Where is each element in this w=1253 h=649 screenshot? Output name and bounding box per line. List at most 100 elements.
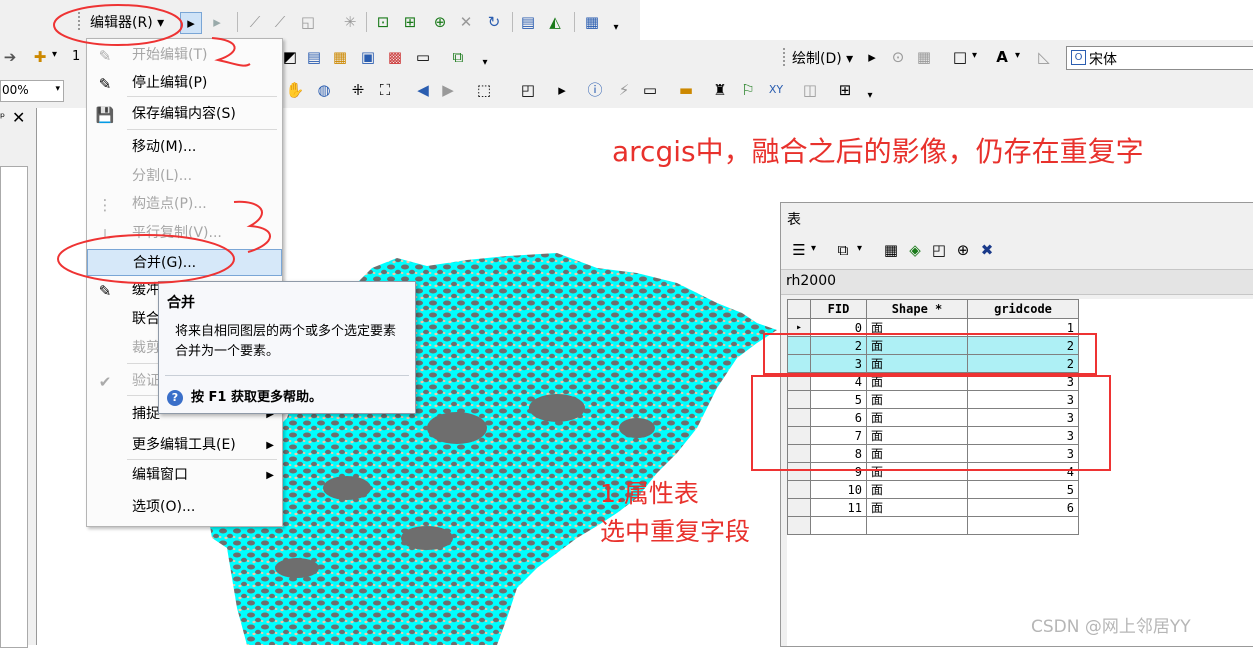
cell-fid[interactable]: 9 xyxy=(810,462,867,481)
table-row[interactable]: ▸ 0 面 1 xyxy=(787,318,1079,337)
pin-icon[interactable]: ᵖ xyxy=(0,110,5,124)
cell-shape[interactable]: 面 xyxy=(866,408,968,427)
reshape-icon[interactable]: ⊞ xyxy=(400,12,420,32)
table-row[interactable]: 3面2 xyxy=(787,354,1079,373)
python-window-icon[interactable]: ▭ xyxy=(413,47,433,67)
toolbar-grip[interactable] xyxy=(78,12,83,30)
create-viewer-window-icon[interactable]: ⊞ xyxy=(835,80,855,100)
table-row[interactable]: 8面3 xyxy=(787,444,1079,463)
point-icon[interactable]: ✳ xyxy=(340,12,360,32)
row-selector[interactable] xyxy=(787,498,811,517)
zoom-to-selected-icon[interactable]: ⊕ xyxy=(953,240,973,260)
time-slider-icon[interactable]: ◫ xyxy=(800,80,820,100)
clear-table-selection-icon[interactable]: ◰ xyxy=(929,240,949,260)
cell-gridcode[interactable]: 3 xyxy=(967,444,1079,463)
text-tool-icon[interactable]: A xyxy=(992,47,1012,67)
cell-shape[interactable]: 面 xyxy=(866,390,968,409)
close-icon[interactable]: ✕ xyxy=(12,108,25,127)
toolbar2-options-icon[interactable]: ▾ xyxy=(475,53,495,73)
full-extent-icon[interactable]: ◍ xyxy=(314,80,334,100)
catalog-icon[interactable]: ▦ xyxy=(330,47,350,67)
split-icon[interactable]: ✕ xyxy=(456,12,476,32)
menu-item[interactable]: 选项(O)... xyxy=(87,494,282,521)
menu-item[interactable]: ✎ 停止编辑(P) xyxy=(87,70,282,97)
row-selector[interactable] xyxy=(787,390,811,409)
edit-vertices-draw-icon[interactable]: ◺ xyxy=(1034,47,1054,67)
related-tables-dropdown-icon[interactable]: ▾ xyxy=(857,243,862,254)
editor-menu-button[interactable]: 编辑器(R) ▾ xyxy=(86,12,168,34)
go-forward-icon[interactable]: ▶ xyxy=(438,80,458,100)
straight-segment-icon[interactable]: ⟋ xyxy=(245,12,265,32)
row-selector[interactable] xyxy=(787,462,811,481)
table-row[interactable]: 7面3 xyxy=(787,426,1079,445)
rotate-icon[interactable]: ↻ xyxy=(484,12,504,32)
menu-item[interactable]: 更多编辑工具(E) ▶ xyxy=(87,432,282,459)
table-of-contents-icon[interactable]: ▤ xyxy=(304,47,324,67)
table-row[interactable]: 5面3 xyxy=(787,390,1079,409)
html-popup-icon[interactable]: ⚡ xyxy=(614,80,634,100)
find-binoculars-icon[interactable]: ♜ xyxy=(710,80,730,100)
cell-shape[interactable]: 面 xyxy=(866,318,968,337)
cell-gridcode[interactable]: 6 xyxy=(967,498,1079,517)
find-icon[interactable]: ▭ xyxy=(640,80,660,100)
delete-selected-icon[interactable]: ✖ xyxy=(977,240,997,260)
font-name-select[interactable]: O 宋体 xyxy=(1066,46,1253,70)
editor-toolbar-icon[interactable]: ◩ xyxy=(280,47,300,67)
edit-vertices-icon[interactable]: ⊡ xyxy=(373,12,393,32)
rotate-element-icon[interactable]: ⊙ xyxy=(888,47,908,67)
trace-icon[interactable]: ◱ xyxy=(298,12,318,32)
scale-field[interactable]: 1 xyxy=(72,49,80,64)
add-data-dropdown-icon[interactable]: ▾ xyxy=(52,49,57,60)
measure-icon[interactable]: ▬ xyxy=(676,80,696,100)
cell-gridcode[interactable]: 2 xyxy=(967,354,1079,373)
layer-tab[interactable]: rh2000 xyxy=(781,269,1253,295)
cell-shape[interactable]: 面 xyxy=(866,426,968,445)
cell-shape[interactable]: 面 xyxy=(866,480,968,499)
cell-fid[interactable]: 6 xyxy=(810,408,867,427)
edit-tool-icon[interactable]: ▸ xyxy=(180,12,202,34)
menu-item[interactable]: 合并(G)... xyxy=(87,249,282,276)
arrow-icon[interactable]: ➔ xyxy=(0,47,20,67)
cell-shape[interactable]: 面 xyxy=(866,336,968,355)
table-options-icon[interactable]: ☰ xyxy=(789,240,809,260)
shape-dropdown-icon[interactable]: ▾ xyxy=(972,50,977,61)
search-window-icon[interactable]: ▣ xyxy=(358,47,378,67)
select-elements-arrow-icon[interactable]: ▸ xyxy=(552,80,572,100)
cell-fid[interactable]: 10 xyxy=(810,480,867,499)
cell-gridcode[interactable]: 3 xyxy=(967,390,1079,409)
switch-selection-icon[interactable]: ◈ xyxy=(905,240,925,260)
go-to-xy-icon[interactable]: XY xyxy=(766,80,786,100)
table-row[interactable]: 2面2 xyxy=(787,336,1079,355)
cell-gridcode[interactable]: 5 xyxy=(967,480,1079,499)
cell-gridcode[interactable]: 3 xyxy=(967,408,1079,427)
rectangle-icon[interactable]: □ xyxy=(950,47,970,67)
cell-shape[interactable]: 面 xyxy=(866,354,968,373)
select-features-icon[interactable]: ⬚ xyxy=(474,80,494,100)
table-row[interactable]: 9面4 xyxy=(787,462,1079,481)
row-selector[interactable] xyxy=(787,372,811,391)
modelbuilder-icon[interactable]: ⧉ xyxy=(448,47,468,67)
row-selector[interactable] xyxy=(787,354,811,373)
row-selector[interactable] xyxy=(787,336,811,355)
fixed-zoom-in-icon[interactable]: ⁜ xyxy=(348,80,368,100)
cell-fid[interactable]: 3 xyxy=(810,354,867,373)
sketch-properties-icon[interactable]: ◭ xyxy=(545,12,565,32)
table-row[interactable]: 4面3 xyxy=(787,372,1079,391)
menu-item[interactable]: 编辑窗口 ▶ xyxy=(87,462,282,489)
row-selector[interactable] xyxy=(787,480,811,499)
go-back-icon[interactable]: ◀ xyxy=(413,80,433,100)
cell-shape[interactable]: 面 xyxy=(866,372,968,391)
row-selector[interactable] xyxy=(787,426,811,445)
cell-shape[interactable]: 面 xyxy=(866,498,968,517)
cell-gridcode[interactable]: 1 xyxy=(967,318,1079,337)
identify-icon[interactable]: ⓘ xyxy=(585,80,605,100)
cell-shape[interactable]: 面 xyxy=(866,444,968,463)
toolbar3-options-icon[interactable]: ▾ xyxy=(860,86,880,106)
row-selector[interactable] xyxy=(787,408,811,427)
cell-gridcode[interactable]: 3 xyxy=(967,372,1079,391)
draw-toolbar-grip[interactable] xyxy=(783,48,788,66)
draw-menu-button[interactable]: 绘制(D) ▾ xyxy=(792,48,853,68)
select-by-attributes-icon[interactable]: ▦ xyxy=(881,240,901,260)
cell-fid[interactable]: 0 xyxy=(810,318,867,337)
related-tables-icon[interactable]: ⧉ xyxy=(833,240,853,260)
